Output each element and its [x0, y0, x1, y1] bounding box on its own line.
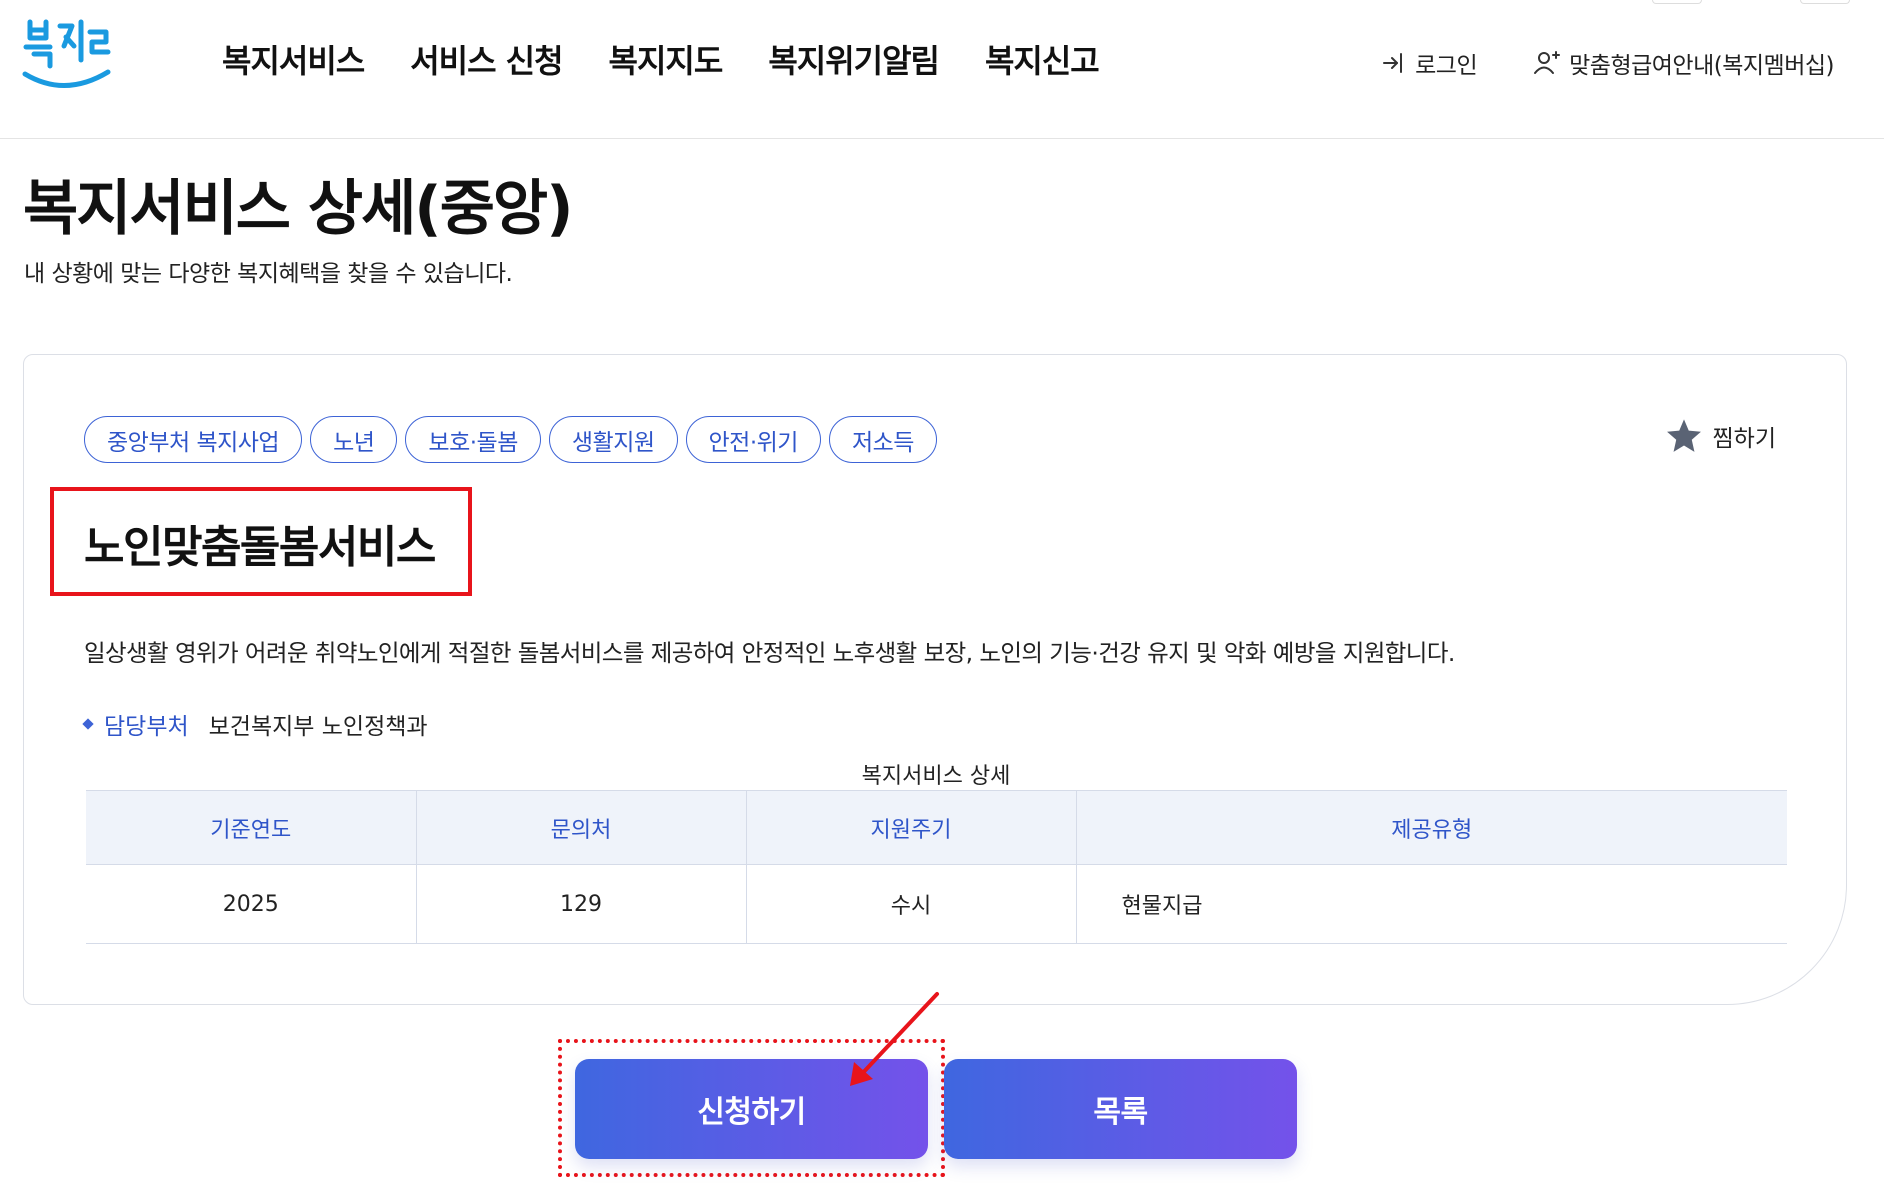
nav-service-application[interactable]: 서비스 신청 — [410, 36, 563, 82]
diamond-bullet-icon — [82, 718, 94, 730]
utility-menu: 로그인 맞춤형급여안내(복지멤버십) — [1381, 46, 1834, 80]
tag-old-age: 노년 — [310, 416, 398, 463]
department-label: 담당부처 — [104, 714, 189, 740]
star-icon — [1666, 419, 1701, 452]
nav-welfare-report[interactable]: 복지신고 — [985, 36, 1100, 82]
login-icon — [1383, 53, 1403, 73]
cell-contact: 129 — [416, 864, 747, 944]
favorite-button[interactable]: 찜하기 — [1665, 417, 1776, 455]
header-support-cycle: 지원주기 — [746, 790, 1077, 865]
main-navigation: 복지서비스 서비스 신청 복지지도 복지위기알림 복지신고 — [222, 36, 1100, 82]
tag-safety-crisis: 안전·위기 — [685, 416, 821, 463]
header-contact: 문의처 — [416, 790, 747, 865]
list-button[interactable]: 목록 — [944, 1059, 1297, 1159]
bokjiro-logo[interactable] — [20, 16, 116, 98]
page-title: 복지서비스 상세(중앙) — [23, 174, 574, 244]
page-description: 내 상황에 맞는 다양한 복지혜택을 찾을 수 있습니다. — [24, 261, 513, 287]
cell-support-cycle: 수시 — [746, 864, 1077, 944]
detail-table: 기준연도 문의처 지원주기 제공유형 2025 129 수시 현물지급 — [86, 790, 1787, 944]
service-detail-card: 중앙부처 복지사업 노년 보호·돌봄 생활지원 안전·위기 저소득 찜하기 노인… — [23, 354, 1847, 1005]
site-header: 복지서비스 서비스 신청 복지지도 복지위기알림 복지신고 로그인 맞춤형급여안… — [0, 0, 1884, 139]
nav-welfare-crisis-alert[interactable]: 복지위기알림 — [768, 36, 940, 82]
detail-table-caption: 복지서비스 상세 — [861, 764, 1011, 789]
nav-welfare-services[interactable]: 복지서비스 — [222, 36, 365, 82]
service-title: 노인맞춤돌봄서비스 — [84, 522, 436, 573]
apply-button[interactable]: 신청하기 — [575, 1059, 928, 1159]
service-summary: 일상생활 영위가 어려운 취약노인에게 적절한 돌봄서비스를 제공하여 안정적인… — [84, 639, 1455, 667]
membership-link[interactable]: 맞춤형급여안내(복지멤버십) — [1533, 46, 1834, 80]
header-provision-type: 제공유형 — [1076, 790, 1787, 865]
tag-care: 보호·돌봄 — [405, 416, 541, 463]
table-row: 2025 129 수시 현물지급 — [86, 864, 1787, 944]
tag-living-support: 생활지원 — [548, 416, 678, 463]
top-edge-stub — [1800, 0, 1850, 4]
favorite-label: 찜하기 — [1712, 426, 1776, 452]
login-link[interactable]: 로그인 — [1381, 46, 1478, 80]
department-value: 보건복지부 노인정책과 — [208, 714, 428, 740]
top-edge-stub — [1652, 0, 1702, 4]
table-header-row: 기준연도 문의처 지원주기 제공유형 — [86, 790, 1787, 865]
nav-welfare-map[interactable]: 복지지도 — [609, 36, 724, 82]
tag-central-ministry: 중앙부처 복지사업 — [84, 416, 303, 463]
department-info: 담당부처 보건복지부 노인정책과 — [82, 707, 428, 741]
user-add-icon — [1534, 51, 1561, 74]
service-tags: 중앙부처 복지사업 노년 보호·돌봄 생활지원 안전·위기 저소득 — [84, 416, 937, 463]
cell-base-year: 2025 — [86, 864, 417, 944]
tag-low-income: 저소득 — [828, 416, 937, 463]
cell-provision-type: 현물지급 — [1076, 864, 1787, 944]
membership-label: 맞춤형급여안내(복지멤버십) — [1569, 53, 1834, 79]
login-label: 로그인 — [1415, 53, 1478, 79]
header-base-year: 기준연도 — [86, 790, 417, 865]
